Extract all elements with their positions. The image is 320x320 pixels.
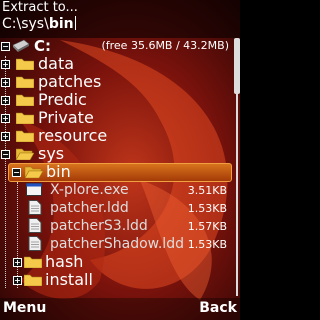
drive-free-space: (free 35.6MB / 43.2MB) bbox=[101, 39, 229, 52]
folder-name: Predic bbox=[38, 90, 87, 109]
menu-softkey[interactable]: Menu bbox=[3, 300, 46, 316]
folder-icon bbox=[16, 130, 34, 142]
document-icon bbox=[28, 218, 42, 233]
file-tree: − C: (free 35.6MB / 43.2MB) + data + pat… bbox=[0, 36, 233, 298]
document-icon bbox=[28, 236, 42, 251]
folder-name: install bbox=[45, 270, 93, 289]
folder-row-private[interactable]: + Private bbox=[0, 109, 233, 127]
current-path: C:\sys\bin bbox=[2, 16, 76, 32]
file-size: 1.53KB bbox=[187, 238, 227, 251]
file-size: 3.51KB bbox=[187, 184, 227, 197]
file-size: 1.53KB bbox=[187, 202, 227, 215]
folder-row-bin-selected[interactable]: − bin bbox=[8, 163, 232, 182]
expand-icon[interactable]: + bbox=[1, 96, 10, 105]
expand-icon[interactable]: + bbox=[13, 258, 22, 267]
folder-icon bbox=[24, 274, 42, 286]
drive-row[interactable]: − C: (free 35.6MB / 43.2MB) bbox=[0, 37, 233, 55]
expand-icon[interactable]: + bbox=[1, 60, 10, 69]
exe-icon bbox=[26, 183, 42, 196]
file-row[interactable]: patcherS3.ldd 1.57KB bbox=[0, 217, 233, 235]
folder-icon bbox=[16, 58, 34, 70]
folder-row-hash[interactable]: + hash bbox=[0, 253, 233, 271]
file-name: patcher.ldd bbox=[50, 200, 129, 216]
file-name: patcherS3.ldd bbox=[50, 218, 148, 234]
path-current: bin bbox=[48, 16, 74, 32]
file-name: X-plore.exe bbox=[50, 182, 129, 198]
document-icon bbox=[28, 200, 42, 215]
collapse-icon[interactable]: − bbox=[1, 42, 10, 51]
file-size: 1.57KB bbox=[187, 220, 227, 233]
file-row[interactable]: X-plore.exe 3.51KB bbox=[0, 181, 233, 199]
folder-row-install[interactable]: + install bbox=[0, 271, 233, 289]
drive-label: C: bbox=[34, 37, 52, 55]
dialog-title: Extract to... bbox=[2, 0, 78, 15]
folder-name: bin bbox=[46, 162, 71, 181]
back-softkey[interactable]: Back bbox=[199, 300, 237, 316]
collapse-icon[interactable]: − bbox=[12, 168, 21, 177]
path-prefix: C:\sys\ bbox=[2, 16, 49, 32]
collapse-icon[interactable]: − bbox=[1, 150, 10, 159]
folder-row-predic[interactable]: + Predic bbox=[0, 91, 233, 109]
folder-row-resource[interactable]: + resource bbox=[0, 127, 233, 145]
folder-name: patches bbox=[38, 72, 102, 91]
scrollbar[interactable] bbox=[234, 38, 240, 296]
text-cursor bbox=[74, 16, 76, 30]
file-row[interactable]: patcherShadow.ldd 1.53KB bbox=[0, 235, 233, 253]
drive-icon bbox=[12, 39, 30, 52]
softkey-bar: Menu Back bbox=[0, 298, 240, 320]
folder-row-data[interactable]: + data bbox=[0, 55, 233, 73]
folder-icon bbox=[16, 94, 34, 106]
folder-icon bbox=[16, 76, 34, 88]
open-folder-icon bbox=[16, 148, 34, 160]
folder-name: resource bbox=[38, 126, 108, 145]
folder-icon bbox=[24, 256, 42, 268]
folder-name: hash bbox=[45, 252, 84, 271]
expand-icon[interactable]: + bbox=[1, 132, 10, 141]
folder-row-patches[interactable]: + patches bbox=[0, 73, 233, 91]
scrollbar-thumb[interactable] bbox=[234, 38, 240, 94]
folder-name: sys bbox=[38, 144, 65, 163]
folder-row-sys[interactable]: − sys bbox=[0, 145, 233, 163]
file-row[interactable]: patcher.ldd 1.53KB bbox=[0, 199, 233, 217]
header: Extract to... C:\sys\bin bbox=[0, 0, 240, 38]
folder-icon bbox=[16, 112, 34, 124]
expand-icon[interactable]: + bbox=[1, 78, 10, 87]
folder-name: data bbox=[38, 54, 75, 73]
expand-icon[interactable]: + bbox=[13, 276, 22, 285]
expand-icon[interactable]: + bbox=[1, 114, 10, 123]
open-folder-icon bbox=[25, 166, 43, 178]
folder-name: Private bbox=[38, 108, 94, 127]
file-name: patcherShadow.ldd bbox=[50, 236, 184, 252]
